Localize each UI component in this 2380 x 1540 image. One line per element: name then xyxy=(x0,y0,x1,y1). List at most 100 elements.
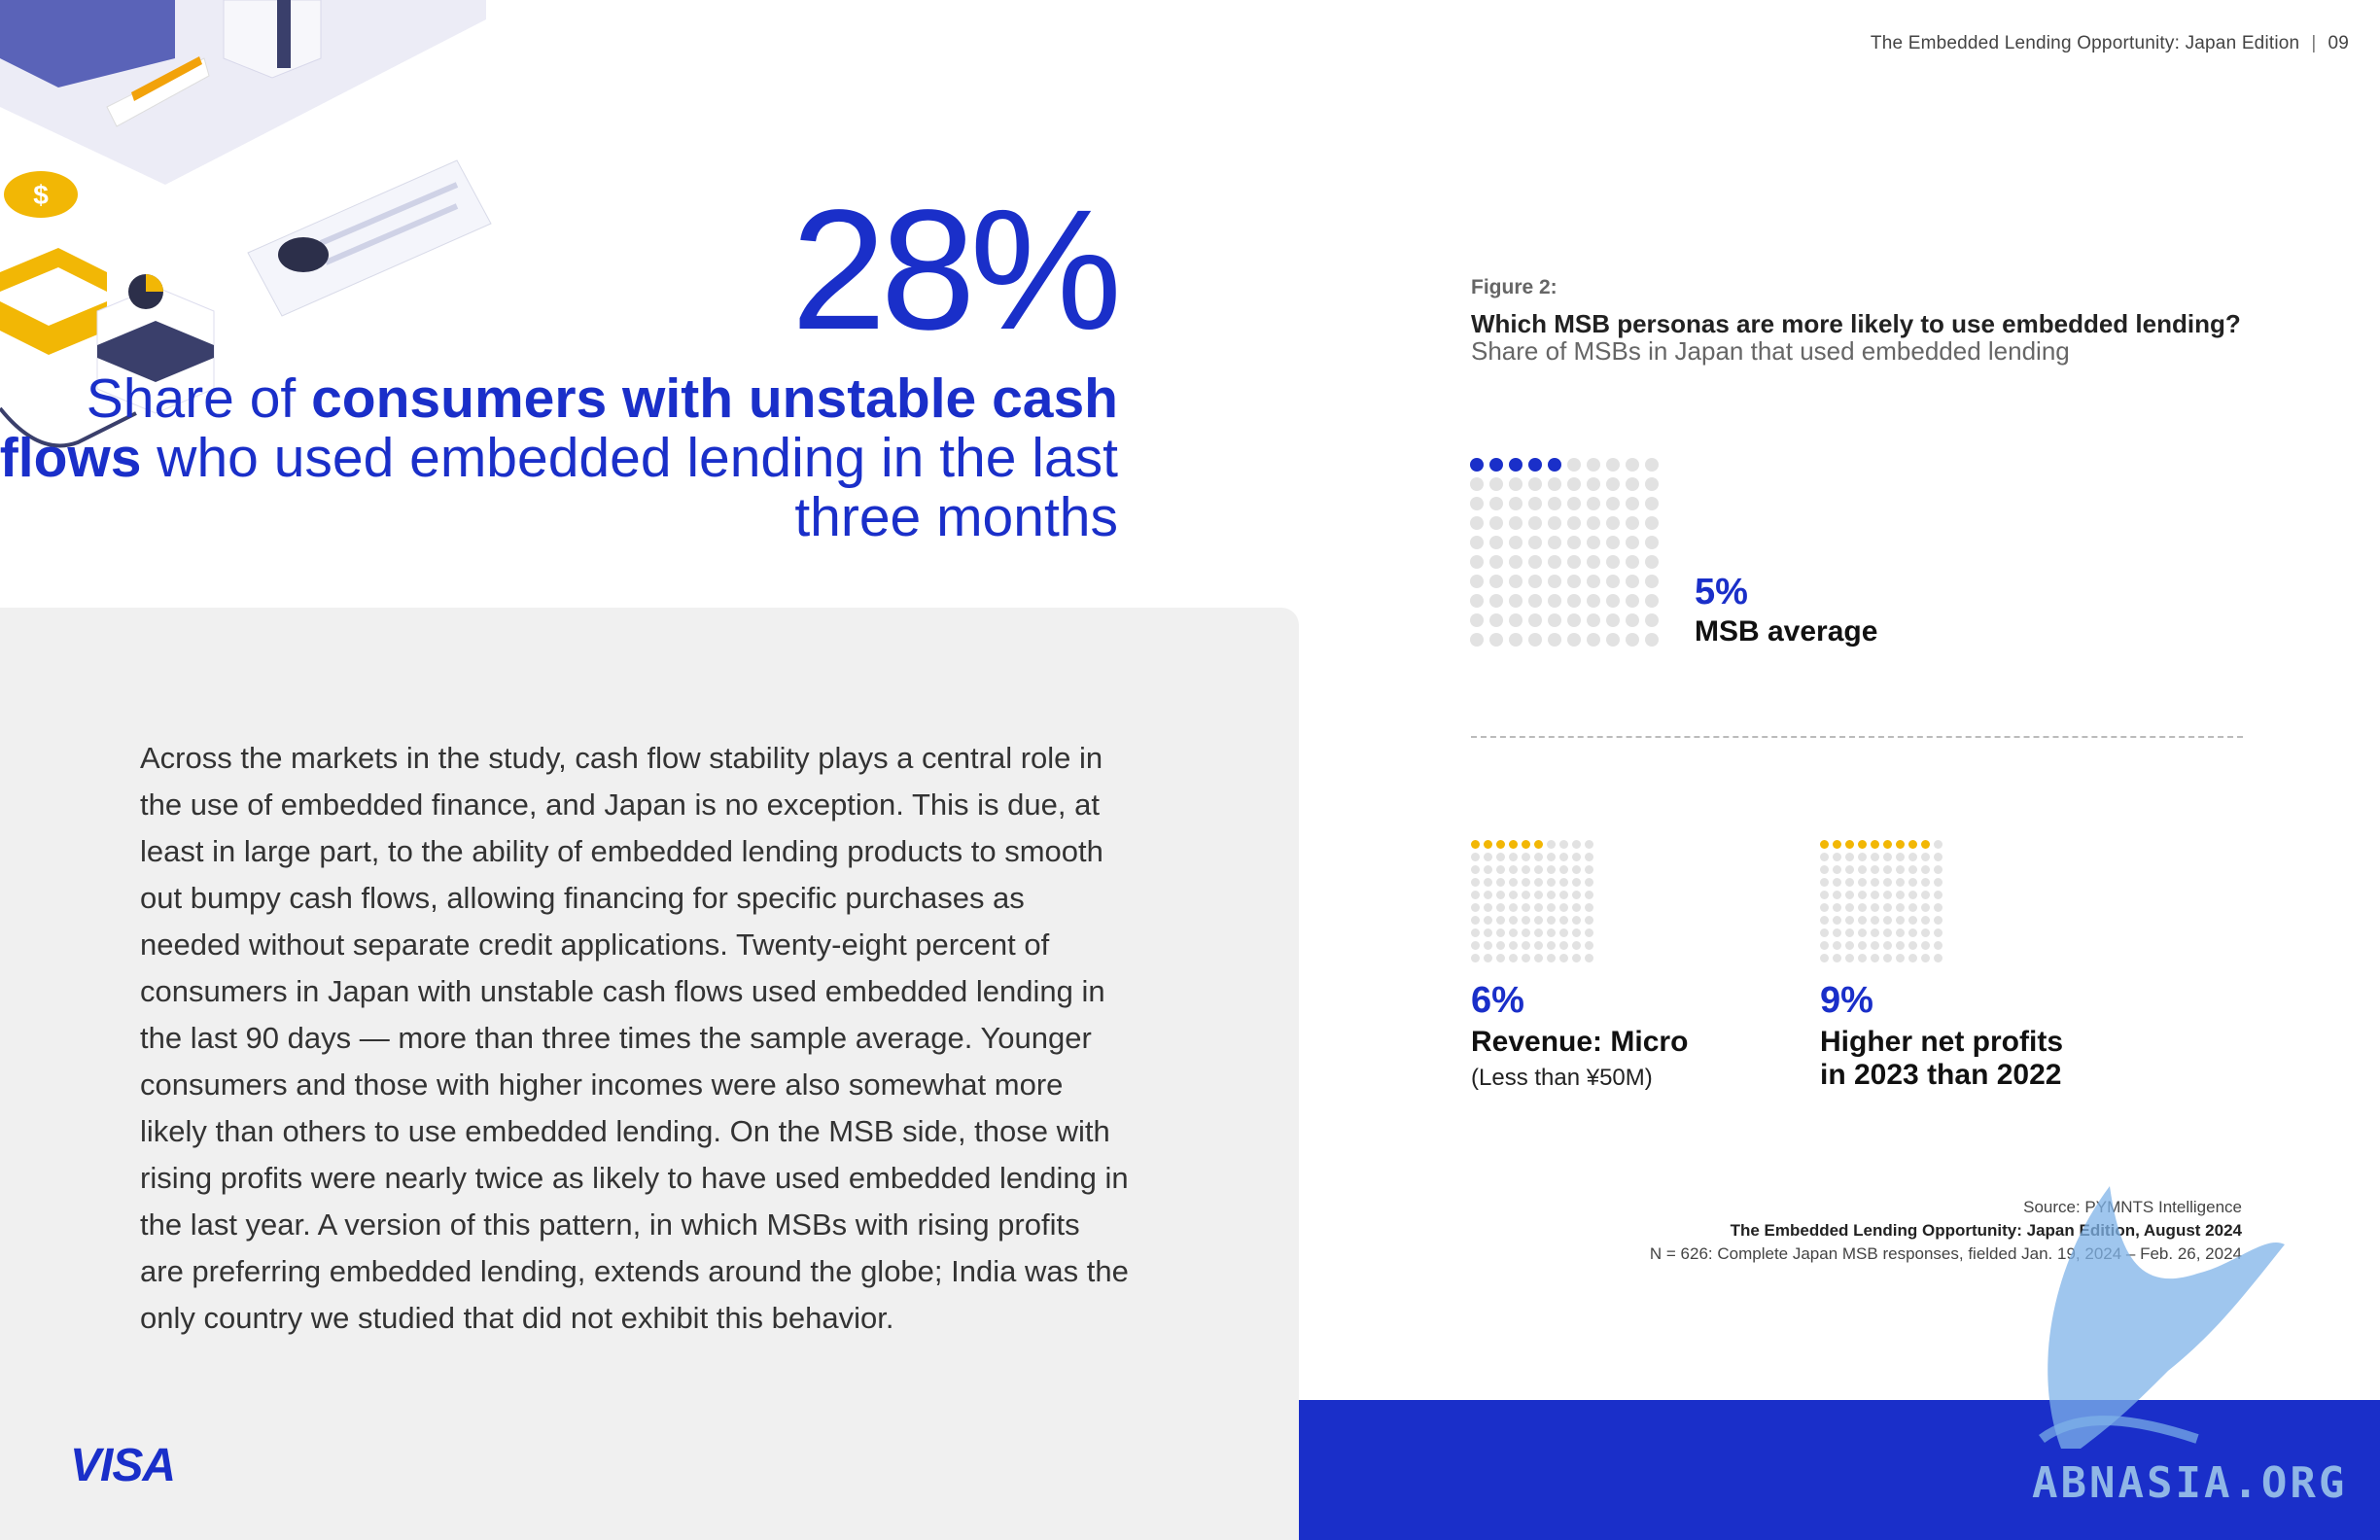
grid-dot xyxy=(1528,633,1542,647)
clock-icon xyxy=(278,237,329,272)
grid-dot xyxy=(1645,516,1659,530)
grid-dot xyxy=(1559,891,1568,899)
grid-dot xyxy=(1509,891,1518,899)
grid-dot xyxy=(1845,954,1854,962)
grid-dot xyxy=(1896,853,1905,861)
stat-label: Higher net profits in 2023 than 2022 xyxy=(1820,1026,2064,1091)
grid-dot xyxy=(1471,941,1480,950)
grid-dot xyxy=(1509,613,1522,627)
figure-subtitle: Share of MSBs in Japan that used embedde… xyxy=(1471,336,2070,366)
grid-dot xyxy=(1921,928,1930,937)
grid-dot xyxy=(1470,497,1484,510)
grid-dot xyxy=(1509,954,1518,962)
grid-dot xyxy=(1858,853,1867,861)
grid-dot xyxy=(1559,954,1568,962)
grid-dot xyxy=(1845,878,1854,887)
stat-note: (Less than ¥50M) xyxy=(1471,1065,1653,1091)
grid-dot xyxy=(1626,575,1639,588)
grid-dot xyxy=(1567,613,1581,627)
grid-dot xyxy=(1471,954,1480,962)
grid-dot xyxy=(1489,633,1503,647)
grid-dot xyxy=(1883,916,1892,925)
grid-dot xyxy=(1522,891,1530,899)
grid-dot xyxy=(1572,865,1581,874)
watermark-text: ABNASIA.ORG xyxy=(2032,1458,2348,1508)
grid-dot xyxy=(1547,853,1556,861)
grid-dot xyxy=(1585,840,1593,849)
figure-title: Which MSB personas are more likely to us… xyxy=(1471,309,2241,338)
grid-dot xyxy=(1509,916,1518,925)
grid-dot xyxy=(1896,878,1905,887)
grid-dot xyxy=(1858,941,1867,950)
grid-dot xyxy=(1471,928,1480,937)
grid-dot xyxy=(1585,903,1593,912)
grid-dot xyxy=(1587,477,1600,491)
grid-dot xyxy=(1871,916,1879,925)
grid-dot xyxy=(1496,891,1505,899)
grid-dot xyxy=(1896,941,1905,950)
grid-dot xyxy=(1470,536,1484,549)
grid-dot xyxy=(1567,516,1581,530)
grid-dot xyxy=(1484,865,1492,874)
grid-dot xyxy=(1934,941,1942,950)
stat-pct: 9% xyxy=(1820,980,1873,1021)
grid-dot xyxy=(1522,928,1530,937)
grid-dot xyxy=(1921,878,1930,887)
grid-dot xyxy=(1645,594,1659,608)
grid-dot xyxy=(1921,891,1930,899)
grid-dot xyxy=(1896,903,1905,912)
grid-dot xyxy=(1547,891,1556,899)
grid-dot xyxy=(1572,903,1581,912)
grid-dot xyxy=(1883,891,1892,899)
grid-dot xyxy=(1484,928,1492,937)
grid-dot xyxy=(1496,903,1505,912)
grid-dot xyxy=(1534,928,1543,937)
grid-dot xyxy=(1534,865,1543,874)
grid-dot xyxy=(1567,575,1581,588)
grid-dot xyxy=(1587,458,1600,472)
grid-dot xyxy=(1908,941,1917,950)
grid-dot xyxy=(1548,594,1561,608)
grid-dot xyxy=(1559,840,1568,849)
grid-dot xyxy=(1572,954,1581,962)
grid-dot xyxy=(1484,941,1492,950)
grid-dot xyxy=(1626,477,1639,491)
grid-dot xyxy=(1522,878,1530,887)
grid-dot xyxy=(1908,865,1917,874)
grid-dot xyxy=(1470,633,1484,647)
grid-dot xyxy=(1645,613,1659,627)
grid-dot xyxy=(1871,928,1879,937)
grid-dot xyxy=(1585,878,1593,887)
grid-dot xyxy=(1528,613,1542,627)
grid-dot xyxy=(1548,536,1561,549)
grid-dot xyxy=(1522,941,1530,950)
grid-dot xyxy=(1871,878,1879,887)
grid-dot xyxy=(1522,916,1530,925)
grid-dot xyxy=(1845,865,1854,874)
grid-dot xyxy=(1567,497,1581,510)
grid-dot xyxy=(1606,594,1620,608)
grid-dot xyxy=(1896,916,1905,925)
grid-dot xyxy=(1908,928,1917,937)
grid-dot xyxy=(1833,853,1841,861)
grid-dot xyxy=(1528,575,1542,588)
grid-dot xyxy=(1833,840,1841,849)
grid-dot xyxy=(1489,497,1503,510)
grid-dot xyxy=(1567,477,1581,491)
grid-dot xyxy=(1921,853,1930,861)
grid-dot xyxy=(1626,516,1639,530)
dot-grid-msb-average xyxy=(1470,458,1659,647)
grid-dot xyxy=(1585,916,1593,925)
box-stripe xyxy=(277,0,291,68)
grid-dot xyxy=(1858,840,1867,849)
grid-dot xyxy=(1883,954,1892,962)
grid-dot xyxy=(1934,853,1942,861)
grid-dot xyxy=(1496,928,1505,937)
grid-dot xyxy=(1645,633,1659,647)
grid-dot xyxy=(1470,613,1484,627)
grid-dot xyxy=(1871,840,1879,849)
grid-dot xyxy=(1522,954,1530,962)
grid-dot xyxy=(1509,941,1518,950)
grid-dot xyxy=(1845,891,1854,899)
grid-dot xyxy=(1921,840,1930,849)
